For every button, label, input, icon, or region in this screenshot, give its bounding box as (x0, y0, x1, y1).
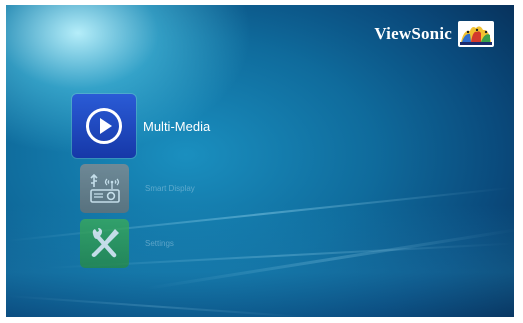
multi-media-tile[interactable] (72, 94, 136, 158)
menu-item-multi-media[interactable]: Multi-Media (72, 94, 210, 158)
menu-item-settings[interactable]: Settings (80, 219, 174, 268)
wrench-screwdriver-icon (91, 227, 119, 257)
play-icon (86, 108, 122, 144)
viewsonic-birds-logo-icon (458, 21, 494, 47)
projector-wireless-icon (89, 173, 120, 203)
settings-tile[interactable] (80, 219, 129, 268)
smart-display-tile[interactable] (80, 164, 129, 213)
brand-name: ViewSonic (374, 24, 452, 43)
menu-item-label: Settings (145, 239, 174, 248)
launcher-screen: ViewSonic Multi-Media Smart Display Sett… (6, 5, 514, 317)
brand-logo: ViewSonic (374, 21, 494, 47)
menu-item-smart-display[interactable]: Smart Display (80, 164, 195, 213)
menu-item-label: Multi-Media (143, 118, 211, 134)
menu-item-label: Smart Display (145, 184, 195, 193)
